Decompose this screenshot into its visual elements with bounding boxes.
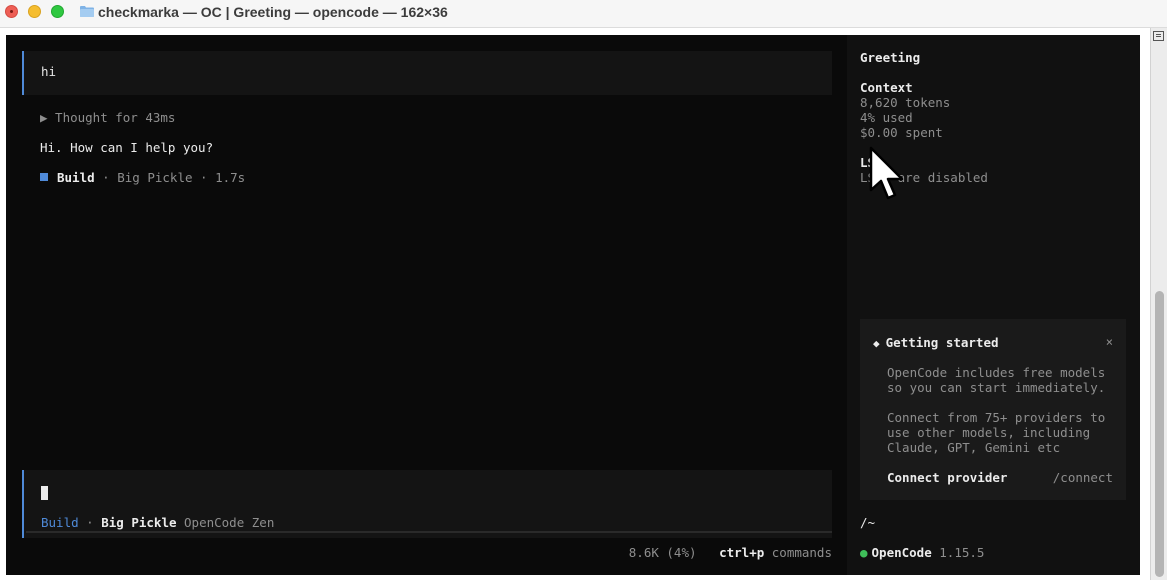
sidebar: Greeting Context 8,620 tokens 4% used $0… (847, 35, 1140, 575)
build-agent: Build (57, 170, 95, 185)
context-used: 4% used (860, 110, 913, 125)
shortcut-key: ctrl+p (719, 545, 765, 560)
text-cursor (41, 486, 48, 500)
thought-toggle[interactable]: ▶ Thought for 43ms (40, 110, 175, 125)
mouse-pointer-icon (869, 146, 904, 200)
input-status: Build · Big Pickle OpenCode Zen (41, 515, 274, 530)
terminal-view[interactable]: hi ▶ Thought for 43ms Hi. How can I help… (6, 35, 1140, 575)
user-message-text: hi (41, 64, 57, 79)
menu-icon[interactable] (1153, 31, 1164, 41)
scrollbar-thumb[interactable] (1155, 291, 1164, 577)
build-info: Build · Big Pickle · 1.7s (40, 170, 245, 185)
input-divider (26, 531, 832, 533)
input-provider: OpenCode Zen (184, 515, 275, 530)
close-icon[interactable]: × (1106, 335, 1113, 349)
getting-started-text: Connect from 75+ providers to (887, 410, 1106, 425)
shortcut-label: commands (771, 545, 832, 560)
diamond-icon: ◆ (873, 337, 880, 350)
getting-started-card: ◆ Getting started × OpenCode includes fre… (860, 319, 1126, 500)
separator: · (86, 515, 94, 530)
connect-provider-button[interactable]: Connect provider (887, 470, 1007, 485)
minimize-window-button[interactable] (28, 5, 41, 18)
window-title: checkmarka — OC | Greeting — opencode — … (98, 4, 448, 20)
getting-started-text: OpenCode includes free models (887, 365, 1106, 380)
context-heading: Context (860, 80, 913, 95)
session-title: Greeting (860, 50, 921, 65)
footer-status: 8.6K (4%) ctrl+p commands (629, 545, 832, 560)
working-directory: /~ (860, 515, 876, 530)
close-window-button[interactable] (5, 5, 18, 18)
separator: · (200, 170, 208, 185)
assistant-reply: Hi. How can I help you? (40, 140, 214, 155)
context-tokens: 8,620 tokens (860, 95, 951, 110)
getting-started-title: ◆ Getting started (873, 335, 999, 350)
getting-started-text: use other models, including (887, 425, 1091, 440)
title-bar: checkmarka — OC | Greeting — opencode — … (0, 0, 1167, 28)
scrollbar[interactable] (1150, 28, 1167, 580)
build-duration: 1.7s (215, 170, 246, 185)
connect-command: /connect (1052, 470, 1113, 485)
separator: · (102, 170, 110, 185)
context-spent: $0.00 spent (860, 125, 943, 140)
app-name: OpenCode (871, 545, 932, 560)
app-version: 1.15.5 (939, 545, 985, 560)
input-model[interactable]: Big Pickle (101, 515, 176, 530)
status-dot-icon: ● (860, 545, 868, 560)
getting-started-text: Claude, GPT, Gemini etc (887, 440, 1061, 455)
getting-started-label: Getting started (885, 335, 999, 350)
input-agent[interactable]: Build (41, 515, 79, 530)
agent-square-icon (40, 173, 48, 181)
prompt-input[interactable]: Build · Big Pickle OpenCode Zen (22, 470, 832, 538)
folder-icon (80, 6, 94, 17)
usage-readout: 8.6K (4%) (628, 545, 697, 560)
user-message: hi (22, 51, 832, 95)
zoom-window-button[interactable] (51, 5, 64, 18)
build-model: Big Pickle (117, 170, 193, 185)
app-version-line: ● OpenCode 1.15.5 (860, 545, 984, 560)
getting-started-text: so you can start immediately. (887, 380, 1106, 395)
